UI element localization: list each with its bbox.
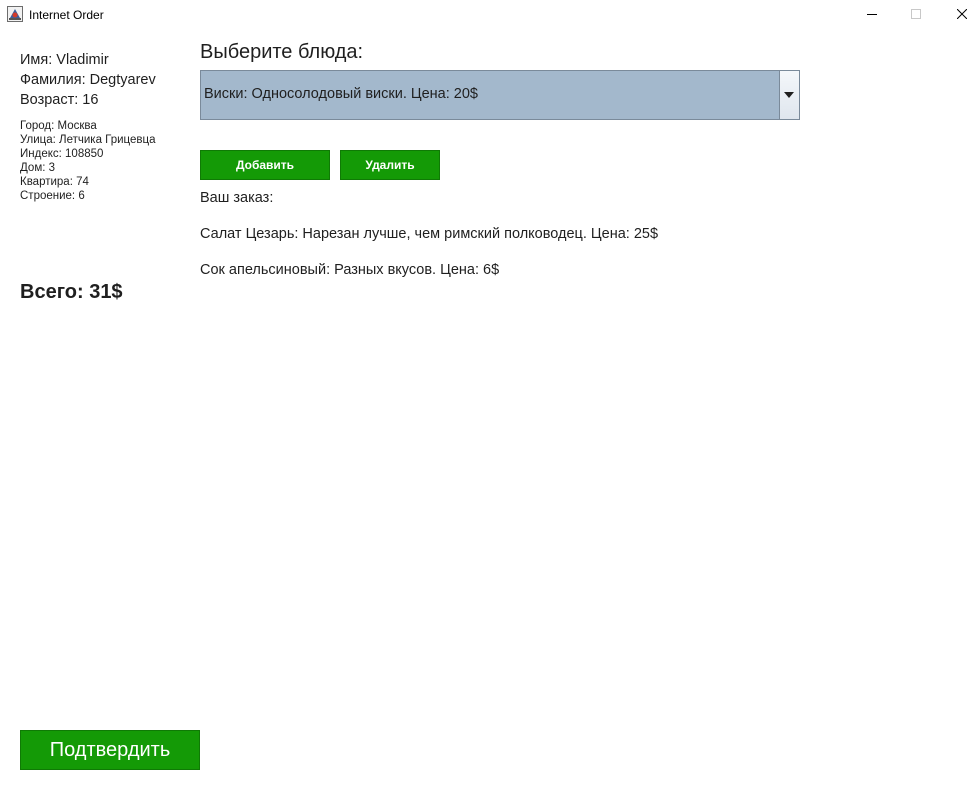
minimize-icon: [867, 14, 877, 15]
address-street: Улица: Летчика Грицевца: [20, 134, 156, 146]
dish-select[interactable]: Виски: Односолодовый виски. Цена: 20$: [200, 70, 800, 120]
close-icon: [957, 9, 967, 19]
address-house: Дом: 3: [20, 162, 56, 174]
remove-button[interactable]: Удалить: [340, 150, 440, 180]
title-bar: Internet Order: [0, 0, 979, 30]
order-total: Всего: 31$: [20, 281, 123, 303]
customer-age: Возраст: 16: [20, 92, 99, 108]
menu-title: Выберите блюда:: [200, 41, 364, 63]
window-title: Internet Order: [29, 8, 104, 22]
dish-select-value: Виски: Односолодовый виски. Цена: 20$: [204, 86, 478, 102]
close-button[interactable]: [939, 0, 979, 30]
customer-surname: Фамилия: Degtyarev: [20, 72, 156, 88]
maximize-button[interactable]: [893, 0, 939, 30]
address-index: Индекс: 108850: [20, 148, 104, 160]
customer-name: Имя: Vladimir: [20, 52, 109, 68]
address-building: Строение: 6: [20, 190, 85, 202]
maximize-icon: [911, 9, 921, 19]
order-item: Сок апельсиновый: Разных вкусов. Цена: 6…: [200, 262, 500, 278]
minimize-button[interactable]: [849, 0, 895, 30]
chevron-down-icon: [784, 92, 794, 98]
address-apartment: Квартира: 74: [20, 176, 89, 188]
address-city: Город: Москва: [20, 120, 97, 132]
java-app-icon: [7, 6, 23, 22]
order-label: Ваш заказ:: [200, 190, 274, 206]
add-button[interactable]: Добавить: [200, 150, 330, 180]
dish-select-arrow-button[interactable]: [779, 71, 799, 119]
confirm-button[interactable]: Подтвердить: [20, 730, 200, 770]
order-item: Салат Цезарь: Нарезан лучше, чем римский…: [200, 226, 659, 242]
